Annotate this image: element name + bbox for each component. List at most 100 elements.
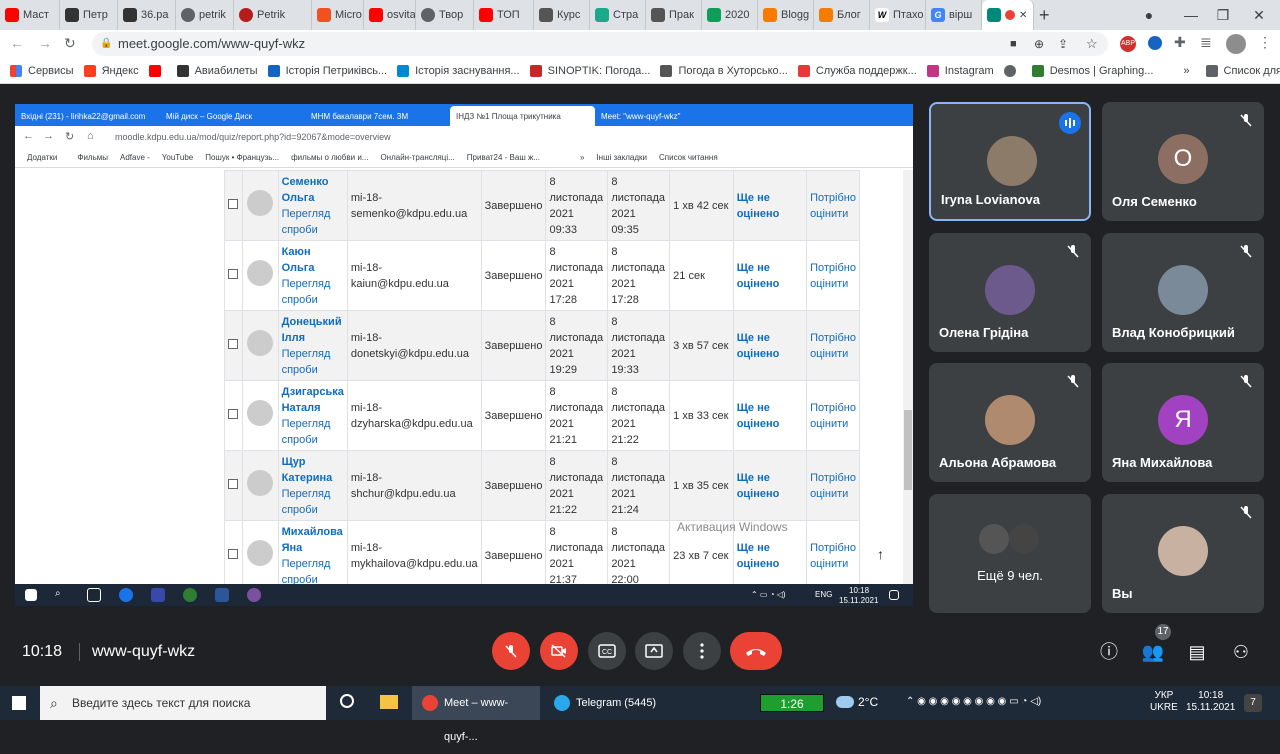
bookmarks-more[interactable]: » [1183, 65, 1189, 77]
more-options-button[interactable] [683, 632, 721, 670]
system-clock[interactable]: 10:18 15.11.2021 [1186, 690, 1235, 714]
needs-grading-link[interactable]: Потрібно оцінити [810, 402, 856, 430]
grade-link[interactable]: Ще не оцінено [737, 192, 780, 220]
browser-tab[interactable]: Маст [0, 0, 60, 30]
bookmark-item[interactable]: Desmos | Graphing... [1031, 64, 1153, 77]
browser-tab[interactable]: Petrik [234, 0, 312, 30]
browser-tab[interactable]: Стра [590, 0, 646, 30]
minimize-icon[interactable]: — [1176, 0, 1206, 30]
participant-tile[interactable]: Iryna Lovianova [929, 102, 1091, 221]
profile-dropdown-icon[interactable]: ● [1134, 0, 1164, 30]
windows-start-icon[interactable] [12, 696, 26, 710]
close-icon[interactable]: ✕ [1019, 10, 1027, 21]
bookmark-item[interactable]: Історія заснування... [397, 64, 520, 77]
student-name[interactable]: Семенко Ольга [282, 174, 344, 206]
bookmark-item[interactable]: Яндекс [83, 64, 139, 77]
browser-tab[interactable]: 2020 [702, 0, 758, 30]
adblock-extension-icon[interactable]: ABP [1120, 36, 1136, 52]
browser-tab[interactable]: Блог [814, 0, 870, 30]
row-checkbox[interactable] [228, 338, 239, 349]
needs-grading-link[interactable]: Потрібно оцінити [810, 262, 856, 290]
captions-button[interactable]: CC [588, 632, 626, 670]
browser-tab[interactable]: Курс [534, 0, 590, 30]
browser-tab[interactable]: W Птахо [870, 0, 926, 30]
reload-icon[interactable]: ↻ [64, 35, 76, 52]
participant-tile[interactable]: Влад Конобрицкий [1102, 233, 1264, 352]
participant-tile[interactable]: О Оля Семенко [1102, 102, 1264, 221]
extensions-puzzle-icon[interactable]: ✚ [1174, 34, 1186, 51]
forward-icon[interactable]: → [38, 35, 52, 51]
people-icon[interactable]: 👥 [1141, 640, 1165, 664]
chat-icon[interactable]: ▤ [1185, 640, 1209, 664]
activities-icon[interactable]: ⚇ [1229, 640, 1253, 664]
browser-tab[interactable]: petrik [176, 0, 234, 30]
grade-link[interactable]: Ще не оцінено [737, 402, 780, 430]
bookmark-item[interactable]: SINOPTIK: Погода... [529, 64, 650, 77]
student-name[interactable]: Щур Катерина [282, 454, 344, 486]
participant-tile[interactable]: Ещё 9 чел. [929, 494, 1091, 613]
review-attempt-link[interactable]: Перегляд спроби [282, 486, 344, 518]
browser-tab[interactable]: Прак [646, 0, 702, 30]
browser-tab[interactable]: Blogg [758, 0, 814, 30]
input-language[interactable]: УКР UKRE [1150, 690, 1178, 714]
needs-grading-link[interactable]: Потрібно оцінити [810, 332, 856, 360]
bookmark-star-icon[interactable]: ☆ [1086, 32, 1098, 56]
row-checkbox[interactable] [228, 478, 239, 489]
taskbar-app-meet[interactable]: Meet – www-quyf-... [412, 686, 540, 743]
bookmark-item[interactable]: Історія Петриківсь... [267, 64, 387, 77]
file-explorer-icon[interactable] [380, 695, 398, 709]
leave-call-button[interactable] [730, 632, 782, 670]
zoom-icon[interactable]: ⊕ [1034, 32, 1044, 56]
student-name[interactable]: Донецький Ілля [282, 314, 344, 346]
row-checkbox[interactable] [228, 198, 239, 209]
bookmark-item[interactable]: Сервисы [10, 64, 74, 77]
maximize-icon[interactable]: ❐ [1208, 0, 1238, 30]
row-checkbox[interactable] [228, 548, 239, 559]
browser-tab[interactable]: osvita [364, 0, 416, 30]
grade-link[interactable]: Ще не оцінено [737, 542, 780, 570]
bookmark-item[interactable]: Instagram [926, 64, 994, 77]
review-attempt-link[interactable]: Перегляд спроби [282, 206, 344, 238]
participant-tile[interactable]: Олена Грідіна [929, 233, 1091, 352]
new-tab-button[interactable]: + [1034, 0, 1064, 30]
browser-tab[interactable]: ТОП [474, 0, 534, 30]
review-attempt-link[interactable]: Перегляд спроби [282, 346, 344, 378]
weather-temperature[interactable]: 2°C [858, 695, 878, 709]
meeting-details-icon[interactable]: ⓘ [1097, 640, 1121, 664]
browser-tab[interactable]: Gвірш [926, 0, 982, 30]
present-button[interactable] [635, 632, 673, 670]
taskbar-app-telegram[interactable]: Telegram (5445) [544, 686, 668, 720]
row-checkbox[interactable] [228, 268, 239, 279]
reading-list-button[interactable]: Список для чтения [1205, 64, 1280, 77]
student-name[interactable]: Дзигарська Наталя [282, 384, 344, 416]
browser-tab[interactable]: Петр [60, 0, 118, 30]
notification-center-button[interactable]: 7 [1244, 694, 1262, 712]
browser-tab[interactable]: Твор [416, 0, 474, 30]
browser-tab-active[interactable]: ✕ [982, 0, 1034, 30]
url-input[interactable]: 🔒 meet.google.com/www-quyf-wkz ■ ⊕ ⇪ ☆ [92, 32, 1108, 56]
participant-tile[interactable]: Я Яна Михайлова [1102, 363, 1264, 482]
review-attempt-link[interactable]: Перегляд спроби [282, 276, 344, 308]
back-icon[interactable]: ← [10, 35, 24, 51]
extension-icon[interactable] [1148, 36, 1162, 50]
row-checkbox[interactable] [228, 408, 239, 419]
camera-toggle-button[interactable] [540, 632, 578, 670]
needs-grading-link[interactable]: Потрібно оцінити [810, 472, 856, 500]
bookmark-item[interactable] [1003, 64, 1022, 77]
reading-list-icon[interactable]: ≣ [1200, 34, 1212, 51]
close-window-icon[interactable]: ✕ [1244, 0, 1274, 30]
share-icon[interactable]: ⇪ [1058, 32, 1068, 56]
bookmark-item[interactable]: Погода в Хуторсько... [660, 64, 788, 77]
avatar[interactable] [1226, 34, 1246, 54]
bookmark-item[interactable] [148, 64, 167, 77]
review-attempt-link[interactable]: Перегляд спроби [282, 416, 344, 448]
grade-link[interactable]: Ще не оцінено [737, 332, 780, 360]
camera-icon[interactable]: ■ [1010, 32, 1017, 56]
bookmark-item[interactable]: Служба поддержк... [797, 64, 917, 77]
bookmark-item[interactable]: Авиабилеты [176, 64, 258, 77]
windows-search-input[interactable]: ⌕ Введите здесь текст для поиска [40, 686, 326, 720]
needs-grading-link[interactable]: Потрібно оцінити [810, 192, 856, 220]
tray-icons[interactable]: ⌃ ◉ ◉ ◉ ◉ ◉ ◉ ◉ ◉ ▭ ◔ ◁) [906, 696, 1041, 707]
menu-icon[interactable]: ⋮ [1258, 34, 1272, 51]
participant-tile[interactable]: Альона Абрамова [929, 363, 1091, 482]
